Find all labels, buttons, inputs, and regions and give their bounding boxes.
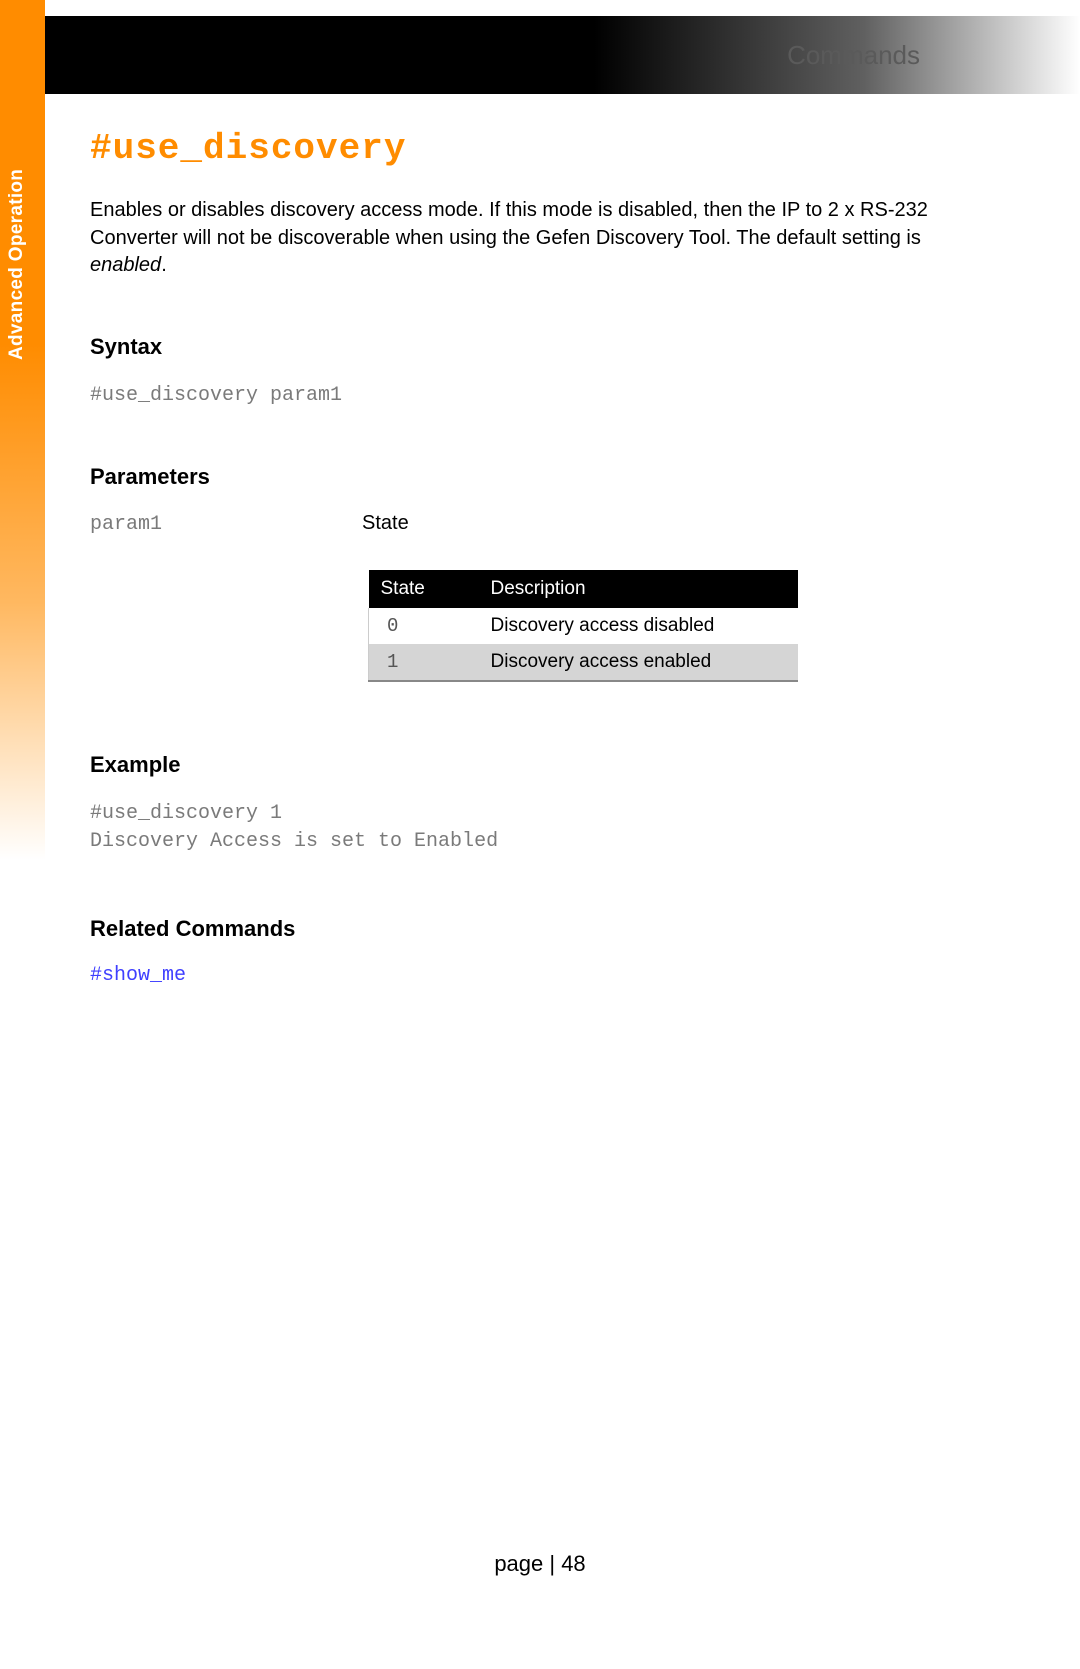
topbar: Commands bbox=[0, 16, 1080, 94]
cell-state: 1 bbox=[369, 644, 479, 681]
cell-desc: Discovery access enabled bbox=[479, 644, 799, 681]
related-link[interactable]: #show_me bbox=[90, 964, 940, 987]
cell-state: 0 bbox=[369, 608, 479, 644]
example-code: #use_discovery 1 Discovery Access is set… bbox=[90, 800, 940, 856]
param-name: param1 bbox=[90, 513, 162, 536]
intro-em: enabled bbox=[90, 254, 161, 276]
th-description: Description bbox=[479, 570, 799, 608]
table-row: 1 Discovery access enabled bbox=[369, 644, 799, 681]
cell-desc: Discovery access disabled bbox=[479, 608, 799, 644]
page-title: #use_discovery bbox=[90, 128, 940, 169]
param-type: State bbox=[362, 512, 409, 535]
param-row: param1 State bbox=[90, 512, 940, 536]
intro-paragraph: Enables or disables discovery access mod… bbox=[90, 197, 940, 280]
intro-text: Enables or disables discovery access mod… bbox=[90, 199, 928, 249]
parameters-heading: Parameters bbox=[90, 464, 940, 490]
state-table: State Description 0 Discovery access dis… bbox=[368, 570, 798, 682]
syntax-code: #use_discovery param1 bbox=[90, 382, 940, 410]
table-header-row: State Description bbox=[369, 570, 799, 608]
related-heading: Related Commands bbox=[90, 916, 940, 942]
page-footer: page | 48 bbox=[0, 1551, 1080, 1577]
sidebar: Advanced Operation bbox=[0, 0, 45, 860]
th-state: State bbox=[369, 570, 479, 608]
sidebar-label: Advanced Operation bbox=[6, 169, 28, 360]
syntax-heading: Syntax bbox=[90, 334, 940, 360]
example-heading: Example bbox=[90, 752, 940, 778]
content: #use_discovery Enables or disables disco… bbox=[90, 128, 940, 987]
topbar-title: Commands bbox=[787, 40, 920, 71]
table-row: 0 Discovery access disabled bbox=[369, 608, 799, 644]
intro-suffix: . bbox=[161, 254, 167, 276]
